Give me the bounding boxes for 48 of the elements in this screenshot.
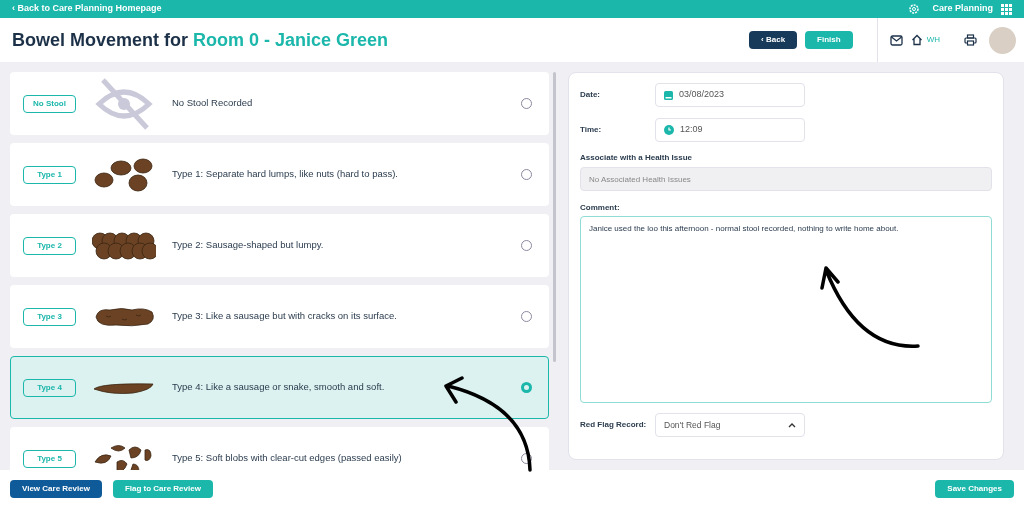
date-label: Date: xyxy=(580,89,601,101)
time-field[interactable]: 12:09 xyxy=(655,118,805,142)
type-tag: Type 5 xyxy=(23,449,76,468)
radio-button[interactable] xyxy=(521,382,532,393)
stool-cracked-icon xyxy=(92,305,156,328)
stool-type-option[interactable]: Type 3 Type 3: Like a sausage but with cracks on its surface. xyxy=(10,285,549,348)
type-description: Type 1: Separate hard lumps, like nuts (hard to pass). xyxy=(172,167,399,182)
scrollbar[interactable] xyxy=(553,72,556,362)
comment-label: Comment: xyxy=(580,202,621,214)
stool-type-option[interactable]: Type 1 Type 1: Separate hard lumps, like nuts (hard to pass). xyxy=(10,143,549,206)
page-title: Bowel Movement for Room 0 - Janice Green xyxy=(12,28,389,52)
clock-icon xyxy=(664,125,674,135)
mail-icon[interactable] xyxy=(889,34,903,46)
health-issue-field[interactable]: No Associated Health Issues xyxy=(580,167,992,191)
comment-field[interactable]: Janice used the loo this afternoon - normal stool recorded, nothing to write home about. xyxy=(580,216,992,403)
flag-record-dropdown[interactable]: Don't Red Flag xyxy=(655,413,805,437)
chevron-up-icon xyxy=(788,422,796,428)
type-tag: Type 1 xyxy=(23,165,76,184)
home-icon[interactable] xyxy=(910,34,923,46)
settings-icon[interactable] xyxy=(908,3,921,15)
printer-icon[interactable] xyxy=(964,34,977,46)
view-care-review-button[interactable]: View Care Review xyxy=(10,480,102,498)
date-field[interactable]: 03/08/2023 xyxy=(655,83,805,107)
back-button[interactable]: ‹ Back xyxy=(749,31,798,49)
type-description: Type 4: Like a sausage or snake, smooth and soft. xyxy=(172,380,386,395)
type-description: Type 2: Sausage-shaped but lumpy. xyxy=(172,238,325,253)
health-issue-label: Associate with a Health Issue xyxy=(580,152,694,164)
stool-lumps-icon xyxy=(94,157,154,192)
time-label: Time: xyxy=(580,124,603,136)
type-tag: Type 4 xyxy=(23,378,76,397)
type-tag: No Stool xyxy=(23,94,76,113)
avatar[interactable] xyxy=(989,26,1016,54)
type-tag: Type 2 xyxy=(23,236,76,255)
type-tag: Type 3 xyxy=(23,307,76,326)
stool-smooth-icon xyxy=(93,380,155,395)
home-label: WH xyxy=(926,34,940,46)
stool-type-option[interactable]: Type 5 Type 5: Soft blobs with clear-cut edges (passed easily) xyxy=(10,427,549,470)
type-description: No Stool Recorded xyxy=(172,96,254,111)
eye-off-icon xyxy=(95,77,153,130)
calendar-icon xyxy=(664,90,673,100)
apps-grid-icon[interactable] xyxy=(1001,3,1012,15)
flag-record-label: Red Flag Record: xyxy=(580,419,648,431)
type-description: Type 5: Soft blobs with clear-cut edges (passed easily) xyxy=(172,451,403,466)
stool-type-option[interactable]: No Stool No Stool Recorded xyxy=(10,72,549,135)
stool-type-option[interactable]: Type 4 Type 4: Like a sausage or snake, smooth and soft. xyxy=(10,356,549,419)
stool-type-option[interactable]: Type 2 Type 2: Sausage-shaped but lumpy. xyxy=(10,214,549,277)
stool-lumpy-icon xyxy=(92,231,156,260)
type-description: Type 3: Like a sausage but with cracks on its surface. xyxy=(172,309,398,324)
